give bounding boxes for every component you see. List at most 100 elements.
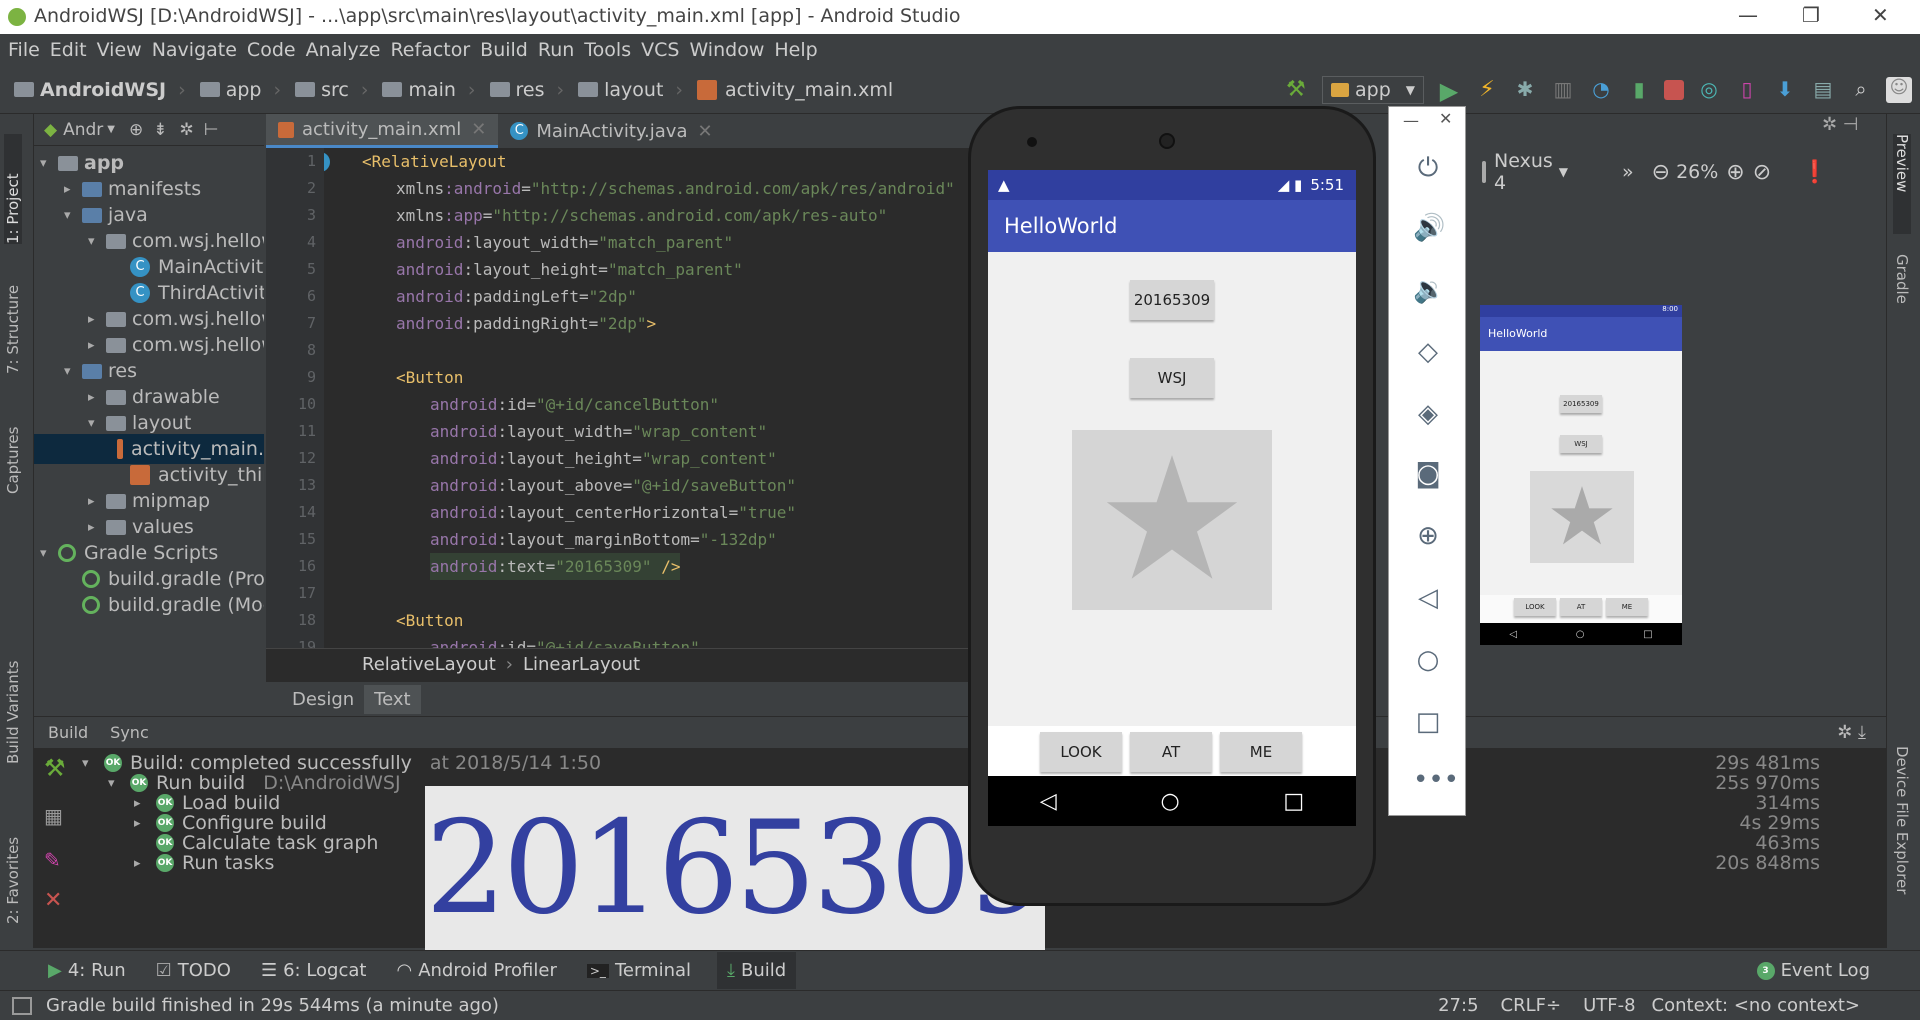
zoom-fit-icon[interactable]: ⊘ bbox=[1753, 160, 1771, 185]
tab-preview[interactable]: Preview bbox=[1893, 134, 1911, 234]
debug-icon[interactable]: ✱ bbox=[1512, 77, 1538, 103]
breadcrumb-item[interactable]: res › bbox=[489, 79, 564, 101]
run-config-select[interactable]: app ▼ bbox=[1322, 75, 1424, 104]
project-structure-icon[interactable]: ▤ bbox=[1810, 77, 1836, 103]
minimize-emulator-button[interactable]: — bbox=[1403, 111, 1419, 130]
menu-analyze[interactable]: Analyze bbox=[306, 39, 381, 61]
power-icon[interactable]: ⏻ bbox=[1413, 153, 1443, 183]
tab-design[interactable]: Design bbox=[282, 685, 364, 714]
close-icon[interactable]: ✕ bbox=[471, 119, 486, 140]
tab-structure[interactable]: 7: Structure bbox=[4, 264, 22, 374]
tab-event-log[interactable]: Event Log bbox=[1781, 960, 1870, 981]
sdk-manager-icon[interactable]: ⬇ bbox=[1772, 77, 1798, 103]
menu-file[interactable]: File bbox=[8, 39, 40, 61]
scroll-from-source-icon[interactable]: ⊕ bbox=[129, 120, 143, 140]
filter-icon[interactable]: ▦ bbox=[44, 804, 63, 828]
menu-refactor[interactable]: Refactor bbox=[390, 39, 470, 61]
menu-view[interactable]: View bbox=[97, 39, 142, 61]
code-area[interactable]: <RelativeLayout xmlns:android="http://sch… bbox=[324, 148, 970, 648]
breadcrumb-item[interactable]: RelativeLayout bbox=[362, 654, 496, 675]
close-icon[interactable]: ✕ bbox=[44, 888, 62, 913]
build-settings-icons[interactable]: ✲ ⤓ bbox=[1837, 722, 1866, 743]
look-button[interactable]: LOOK bbox=[1040, 732, 1122, 772]
at-button[interactable]: AT bbox=[1130, 732, 1212, 772]
close-icon[interactable]: ✕ bbox=[697, 121, 712, 142]
hide-panel-icon[interactable]: ⊢ bbox=[204, 120, 219, 140]
line-separator[interactable]: CRLF÷ bbox=[1501, 995, 1562, 1016]
rotate-right-icon[interactable]: ◈ bbox=[1413, 399, 1443, 429]
attach-debugger-icon[interactable]: ▥ bbox=[1550, 77, 1576, 103]
menu-tools[interactable]: Tools bbox=[584, 39, 631, 61]
tab-favorites[interactable]: 2: Favorites bbox=[4, 814, 22, 924]
menu-build[interactable]: Build bbox=[480, 39, 528, 61]
zoom-out-icon[interactable]: ⊖ bbox=[1652, 160, 1670, 185]
device-select[interactable]: Nexus 4 bbox=[1494, 150, 1553, 194]
menu-help[interactable]: Help bbox=[774, 39, 817, 61]
home-icon[interactable]: ○ bbox=[1413, 645, 1443, 675]
minimize-button[interactable]: — bbox=[1738, 3, 1758, 27]
breadcrumb-item[interactable]: layout › bbox=[578, 79, 683, 101]
file-encoding[interactable]: UTF-8 bbox=[1583, 995, 1635, 1016]
overview-icon[interactable]: □ bbox=[1413, 707, 1443, 737]
menu-navigate[interactable]: Navigate bbox=[152, 39, 237, 61]
warning-icon[interactable]: ❗ bbox=[1801, 160, 1828, 185]
tab-gradle[interactable]: Gradle bbox=[1893, 254, 1911, 344]
avatar[interactable]: ☺ bbox=[1886, 76, 1912, 103]
zoom-icon[interactable]: ⊕ bbox=[1413, 521, 1443, 551]
tab-build-output[interactable]: Build bbox=[48, 723, 88, 742]
close-button[interactable]: ✕ bbox=[1872, 3, 1889, 27]
preview-settings-icons[interactable]: ✲ ⊣ bbox=[1822, 114, 1886, 144]
volume-down-icon[interactable]: 🔉 bbox=[1413, 275, 1445, 305]
avd-manager-icon[interactable]: ▯ bbox=[1734, 77, 1760, 103]
menu-window[interactable]: Window bbox=[689, 39, 764, 61]
menu-edit[interactable]: Edit bbox=[50, 39, 87, 61]
apply-changes-icon[interactable]: ⚡ bbox=[1474, 77, 1500, 103]
back-icon[interactable]: ◁ bbox=[1413, 583, 1443, 613]
project-view-select[interactable]: Andr bbox=[63, 120, 103, 140]
hammer-icon[interactable]: ⚒ bbox=[44, 754, 66, 782]
profile-icon[interactable]: ◔ bbox=[1588, 77, 1614, 103]
tab-project[interactable]: 1: Project bbox=[4, 134, 22, 244]
tab-todo[interactable]: TODO bbox=[178, 960, 231, 981]
menu-vcs[interactable]: VCS bbox=[641, 39, 679, 61]
tab-android-profiler[interactable]: Android Profiler bbox=[418, 960, 557, 981]
breadcrumb-item[interactable]: AndroidWSJ › bbox=[14, 79, 186, 101]
make-project-icon[interactable]: ⚒ bbox=[1286, 76, 1312, 103]
more-icon[interactable]: ••• bbox=[1413, 765, 1459, 795]
menu-run[interactable]: Run bbox=[538, 39, 574, 61]
device-icon[interactable]: ▮ bbox=[1626, 77, 1652, 103]
tab-terminal[interactable]: Terminal bbox=[615, 960, 691, 981]
tab-activity-main-xml[interactable]: activity_main.xml ✕ bbox=[266, 114, 499, 148]
collapse-all-icon[interactable]: ⇟ bbox=[153, 120, 167, 140]
tab-build-variants[interactable]: Build Variants bbox=[4, 634, 22, 764]
maximize-button[interactable]: ❐ bbox=[1802, 3, 1820, 27]
close-emulator-button[interactable]: ✕ bbox=[1439, 109, 1452, 128]
tree-item[interactable]: build.gradle (Module bbox=[64, 590, 264, 620]
toggle-tool-windows-icon[interactable] bbox=[12, 996, 32, 1015]
search-icon[interactable]: ⌕ bbox=[1848, 77, 1874, 103]
caret-position[interactable]: 27:5 bbox=[1438, 995, 1478, 1016]
tab-logcat[interactable]: 6: Logcat bbox=[283, 960, 366, 981]
rotate-left-icon[interactable]: ◇ bbox=[1413, 337, 1443, 367]
breadcrumb-item[interactable]: app › bbox=[199, 79, 281, 101]
me-button[interactable]: ME bbox=[1220, 732, 1302, 772]
tab-main-activity-java[interactable]: C MainActivity.java ✕ bbox=[498, 114, 724, 148]
screenshot-icon[interactable]: ◙ bbox=[1413, 459, 1443, 489]
cancel-button[interactable]: 20165309 bbox=[1130, 280, 1214, 320]
volume-up-icon[interactable]: 🔊 bbox=[1413, 213, 1445, 243]
recents-icon[interactable]: □ bbox=[1283, 789, 1304, 814]
tab-device-file-explorer[interactable]: Device File Explorer bbox=[1893, 746, 1911, 936]
tab-build[interactable]: ⤓ Build bbox=[717, 952, 797, 989]
emulator-screen[interactable]: ▲ ◢ ▮ 5:51 HelloWorld 20165309 WSJ ★ LOO… bbox=[988, 170, 1356, 826]
tab-run[interactable]: 4: Run bbox=[68, 960, 126, 981]
more-icon[interactable]: » bbox=[1622, 161, 1634, 183]
breadcrumb-item[interactable]: main › bbox=[382, 79, 476, 101]
tab-text[interactable]: Text bbox=[364, 684, 421, 714]
breadcrumb-item[interactable]: LinearLayout bbox=[523, 654, 640, 675]
home-icon[interactable]: ○ bbox=[1160, 789, 1179, 814]
gear-icon[interactable]: ✲ bbox=[179, 120, 193, 140]
stop-icon[interactable] bbox=[1664, 79, 1684, 100]
back-icon[interactable]: ◁ bbox=[1040, 789, 1057, 814]
zoom-in-icon[interactable]: ⊕ bbox=[1726, 160, 1744, 185]
breadcrumb-item[interactable]: activity_main.xml bbox=[697, 79, 893, 101]
